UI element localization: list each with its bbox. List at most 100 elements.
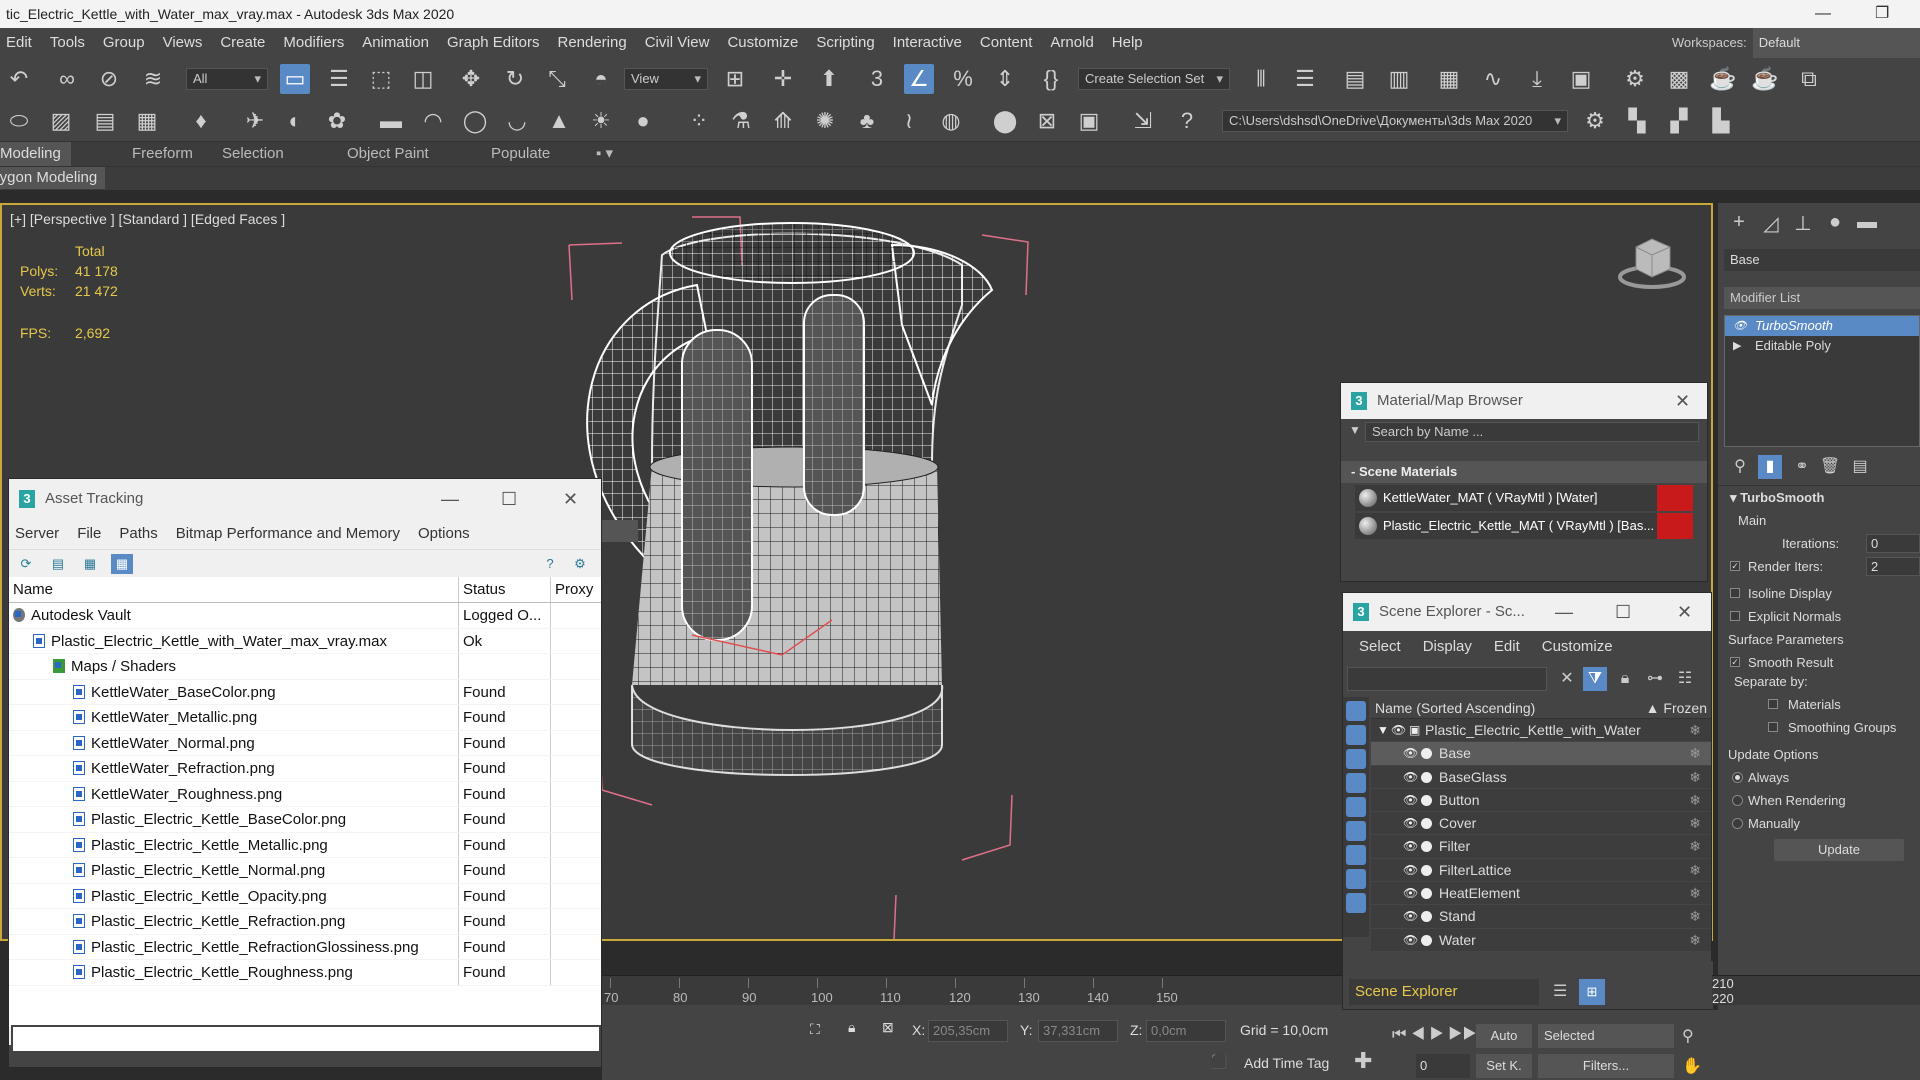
freeze-icon[interactable]: ❄ (1689, 859, 1701, 882)
freeze-icon[interactable]: ❄ (1689, 929, 1701, 952)
create-tab-icon[interactable]: + (1726, 211, 1752, 237)
plant-icon[interactable]: ♣ (852, 106, 882, 136)
set-key-button[interactable]: Set K. (1476, 1054, 1532, 1078)
grid-view-icon[interactable]: ▦ (111, 554, 133, 574)
smoothing-groups-checkbox[interactable] (1768, 722, 1778, 732)
render-toggle-icon[interactable] (1421, 911, 1432, 923)
scene-root-row[interactable]: ▼ 👁︎ ▣ Plastic_Electric_Kettle_with_Wate… (1371, 719, 1711, 743)
asset-row[interactable]: Maps / Shaders (9, 654, 601, 680)
menu-edit[interactable]: Edit (0, 28, 44, 58)
freeze-icon[interactable]: ❄ (1689, 742, 1701, 765)
render-setup-icon[interactable]: ⚙ (1620, 64, 1650, 94)
maximize-icon[interactable]: ☐ (501, 479, 517, 519)
texture-ball-icon[interactable]: ◍ (936, 106, 966, 136)
sphere-icon[interactable]: ◯ (460, 106, 490, 136)
asset-row[interactable]: Plastic_Electric_Kettle_Refraction.png Fo… (9, 909, 601, 935)
menu-views[interactable]: Views (157, 28, 215, 58)
isoline-checkbox[interactable] (1730, 588, 1740, 598)
expand-arrow-icon[interactable]: ▶ (1733, 336, 1741, 356)
menu-bitmap-performance[interactable]: Bitmap Performance and Memory (176, 525, 400, 542)
select-manipulate-icon[interactable]: ✛ (768, 64, 798, 94)
playback-controls-icon[interactable]: ⏮ ◀ ▶ ▶▶ (1392, 1026, 1477, 1044)
visibility-eye-icon[interactable]: 👁︎ (1403, 789, 1418, 812)
edit-named-selection-icon[interactable]: {} (1036, 64, 1066, 94)
timeline-ruler-right[interactable]: 210 220 (1712, 975, 1920, 1006)
material-editor-icon[interactable]: ▣ (1566, 64, 1596, 94)
render-production-icon[interactable]: ☕ (1708, 64, 1738, 94)
asset-tracking-titlebar[interactable]: 3 Asset Tracking — ☐ ✕ (9, 479, 601, 519)
pan-icon[interactable]: ✋ (1682, 1056, 1702, 1076)
light-icon[interactable]: ♦ (186, 106, 216, 136)
sun-icon[interactable]: ☀ (586, 106, 616, 136)
menu-select[interactable]: Select (1359, 638, 1401, 655)
visibility-eye-icon[interactable]: 👁︎ (1391, 719, 1406, 742)
modify-tab-icon[interactable]: ◿ (1758, 211, 1784, 237)
snaps-toggle-icon[interactable]: 3 (862, 64, 892, 94)
project-folder-icon[interactable]: ⚙ (1580, 106, 1610, 136)
scene-object-row[interactable]: 👁︎ FilterLattice ❄ (1371, 858, 1711, 883)
freeze-icon[interactable]: ❄ (1689, 789, 1701, 812)
align-icon[interactable]: ☰ (1290, 64, 1320, 94)
particles-icon[interactable]: ✿ (322, 106, 352, 136)
menu-display[interactable]: Display (1423, 638, 1472, 655)
menu-scripting[interactable]: Scripting (810, 28, 886, 58)
shape-icon[interactable]: ⬭ (4, 106, 34, 136)
object-name-field[interactable]: Base (1724, 249, 1920, 271)
refresh-icon[interactable]: ⟳ (15, 554, 37, 574)
asset-row[interactable]: KettleWater_Refraction.png Found (9, 756, 601, 782)
visibility-eye-icon[interactable]: 👁︎ (1403, 835, 1418, 858)
scene-object-row[interactable]: 👁︎ Stand ❄ (1371, 905, 1711, 929)
helpers-filter-icon[interactable] (1346, 797, 1366, 817)
dome-icon[interactable]: ◠ (418, 106, 448, 136)
explicit-normals-checkbox[interactable] (1730, 611, 1740, 621)
polygon-modeling-label[interactable]: Polygon Modeling (0, 167, 106, 189)
menu-rendering[interactable]: Rendering (551, 28, 638, 58)
menu-content[interactable]: Content (974, 28, 1045, 58)
material-browser-titlebar[interactable]: 3 Material/Map Browser ✕ (1341, 383, 1707, 419)
keyboard-shortcut-override-icon[interactable]: ⬆ (814, 64, 844, 94)
zoom-icon[interactable]: ⚲ (1682, 1026, 1694, 1046)
asset-row[interactable]: Plastic_Electric_Kettle_with_Water_max_v… (9, 628, 601, 654)
freeze-icon[interactable]: ❄ (1689, 812, 1701, 835)
render-toggle-icon[interactable] (1421, 818, 1432, 830)
freeze-icon[interactable]: ❄ (1689, 835, 1701, 858)
spacewarps-filter-icon[interactable] (1346, 821, 1366, 841)
open-project-icon[interactable]: ▞ (1664, 106, 1694, 136)
scale-icon[interactable]: ⤡ (542, 64, 572, 94)
ribbon-toggle-icon[interactable]: ▦ (1434, 64, 1464, 94)
selection-lock-icon[interactable]: 🔒︎ (848, 1019, 855, 1036)
remove-modifier-icon[interactable]: 🗑︎ (1818, 455, 1842, 479)
hierarchy-icon[interactable]: ⊶ (1643, 667, 1667, 691)
list-view-icon[interactable]: ▤ (47, 554, 69, 574)
asset-row[interactable]: Plastic_Electric_Kettle_BaseColor.png Fou… (9, 807, 601, 833)
window-crossing-icon[interactable]: ◫ (408, 64, 438, 94)
render-iters-checkbox[interactable]: ✓ (1730, 561, 1740, 571)
menu-file[interactable]: File (77, 525, 101, 542)
project-path-dropdown[interactable]: C:\Users\dshsd\OneDrive\Документы\3ds Ma… (1222, 110, 1568, 132)
scene-object-row[interactable]: 👁︎ Water ❄ (1371, 928, 1711, 952)
manually-radio[interactable] (1732, 818, 1743, 829)
tab-modeling[interactable]: Modeling (0, 142, 71, 166)
layer-explorer-icon[interactable]: ▤ (1340, 64, 1370, 94)
update-button[interactable]: Update (1774, 839, 1904, 861)
make-unique-icon[interactable]: ⚭ (1790, 455, 1814, 479)
hierarchy-tab-icon[interactable]: ⊥ (1790, 211, 1816, 237)
menu-graph-editors[interactable]: Graph Editors (441, 28, 552, 58)
column-proxy[interactable]: Proxy (551, 577, 597, 602)
pin-stack-icon[interactable]: ⚲ (1728, 455, 1752, 479)
y-coordinate-field[interactable]: 37,331cm (1038, 1020, 1118, 1042)
uv-icon[interactable]: ⊠ (1032, 106, 1062, 136)
reference-coordinate-dropdown[interactable]: View (624, 68, 708, 90)
isolate-icon[interactable]: ⛶ (810, 1021, 820, 1038)
kettle-wireframe[interactable] (542, 205, 1262, 941)
ball-icon[interactable]: ● (628, 106, 658, 136)
maximize-icon[interactable]: ☐ (1615, 593, 1631, 631)
hierarchy-view-icon[interactable]: ⊞ (1579, 979, 1605, 1005)
menu-help[interactable]: Help (1106, 28, 1155, 58)
asset-row[interactable]: Plastic_Electric_Kettle_Metallic.png Foun… (9, 832, 601, 858)
asset-row[interactable]: Plastic_Electric_Kettle_Roughness.png Fou… (9, 960, 601, 986)
link-icon[interactable]: ∞ (52, 64, 82, 94)
tab-selection[interactable]: Selection (222, 142, 284, 166)
viewcube-icon[interactable] (1612, 233, 1692, 293)
mirror-icon[interactable]: ⫴ (1246, 64, 1276, 94)
